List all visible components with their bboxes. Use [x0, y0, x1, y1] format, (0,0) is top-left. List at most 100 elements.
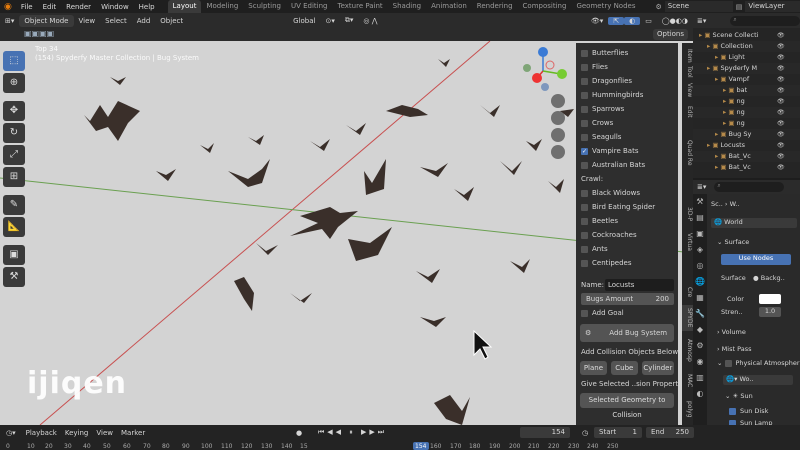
visibility-toggle-icon[interactable]: 👁 [777, 41, 785, 52]
surface-panel-header[interactable]: ⌄ Surface [717, 238, 749, 246]
select-box-tool-icon[interactable]: ⬚ [3, 51, 25, 71]
visibility-toggle-icon[interactable]: 👁 [777, 85, 785, 96]
selected-to-collision-button[interactable]: Selected Geometry to Collision [580, 393, 674, 419]
tab-texture-paint[interactable]: Texture Paint [333, 0, 388, 13]
view-menu[interactable]: View [92, 429, 117, 437]
menu-view[interactable]: View [74, 17, 101, 25]
options-dropdown[interactable]: Options [653, 29, 689, 40]
outliner-row[interactable]: ▸ ▣ ng 👁 [693, 118, 800, 129]
visibility-toggle-icon[interactable]: 👁 [777, 63, 785, 74]
rotate-tool-icon[interactable]: ↻ [3, 123, 25, 143]
visibility-toggle-icon[interactable]: 👁 [777, 96, 785, 107]
outliner-search-field[interactable]: ⌕ [730, 15, 800, 26]
outliner-row[interactable]: ▸ ▣ Bug Sy 👁 [693, 129, 800, 140]
editor-type-icon[interactable]: ⊞▾ [0, 17, 19, 25]
color-swatch[interactable] [759, 294, 781, 304]
vampire-bats-row[interactable]: ✓ Vampire Bats [576, 144, 678, 158]
tab-shading[interactable]: Shading [388, 0, 426, 13]
visibility-toggle-icon[interactable]: 👁 [777, 52, 785, 63]
dragonflies-row[interactable]: Dragonflies [576, 74, 678, 88]
visibility-toggle-icon[interactable]: 👁 [777, 30, 785, 41]
tab-compositing[interactable]: Compositing [518, 0, 572, 13]
dragonflies-checkbox[interactable] [581, 77, 588, 85]
menu-add[interactable]: Add [132, 17, 156, 25]
tab-spyderfy[interactable]: SPYDE [682, 305, 693, 331]
cylinder-button[interactable]: Cylinder [641, 361, 674, 375]
xray-icon[interactable]: ▭ [640, 17, 657, 25]
sun-disk-row[interactable]: Sun Disk [729, 407, 768, 415]
tab-edit[interactable]: Edit [682, 105, 693, 119]
proportional-edit-icon[interactable]: ◎ ⋀ [358, 17, 382, 25]
measure-tool-icon[interactable]: 📐 [3, 217, 25, 237]
view-layer-name[interactable]: ViewLayer [745, 1, 800, 12]
menu-select[interactable]: Select [100, 17, 132, 25]
visibility-icon[interactable]: 👁▾ [586, 17, 608, 25]
outliner-editor-icon[interactable]: ≣▾ [697, 17, 706, 25]
name-field[interactable]: Locusts [605, 279, 674, 291]
add-cube-tool-icon[interactable]: ▣ [3, 245, 25, 265]
menu-help[interactable]: Help [134, 3, 160, 11]
record-icon[interactable]: ● [296, 429, 302, 437]
marker-menu[interactable]: Marker [117, 429, 149, 437]
add-goal-row[interactable]: Add Goal [576, 306, 678, 320]
tab-3d-p[interactable]: 3D-P [682, 203, 693, 225]
cursor-tool-icon[interactable]: ⊕ [3, 73, 25, 93]
menu-edit[interactable]: Edit [38, 3, 62, 11]
beetles-checkbox[interactable] [581, 217, 588, 225]
start-frame-field[interactable]: Start 1 [594, 427, 642, 438]
flies-checkbox[interactable] [581, 63, 588, 71]
butterflies-row[interactable]: Butterflies [576, 46, 678, 60]
visibility-toggle-icon[interactable]: 👁 [777, 129, 785, 140]
snap-icon[interactable]: ⧉▾ [340, 16, 359, 25]
outliner-row[interactable]: ▸ ▣ Bat_Vc 👁 [693, 162, 800, 173]
visibility-toggle-icon[interactable]: 👁 [777, 74, 785, 85]
world-preset-field[interactable]: 🌐▾ Wo.. [723, 375, 793, 385]
tab-item[interactable]: Item [682, 49, 693, 63]
use-nodes-button[interactable]: Use Nodes [721, 254, 791, 265]
crows-row[interactable]: Crows [576, 116, 678, 130]
select-mode-icons[interactable]: ▣▣▣▣ [24, 29, 54, 38]
tab-geometry-nodes[interactable]: Geometry Nodes [571, 0, 640, 13]
hummingbirds-checkbox[interactable] [581, 91, 588, 99]
tab-uv-editing[interactable]: UV Editing [286, 0, 333, 13]
centipedes-row[interactable]: Centipedes [576, 256, 678, 270]
tab-modeling[interactable]: Modeling [201, 0, 243, 13]
menu-object[interactable]: Object [155, 17, 188, 25]
overlay-icon[interactable]: ◐ [624, 16, 641, 25]
scale-tool-icon[interactable]: ⤢ [3, 145, 25, 165]
outliner-row[interactable]: ▸ ▣ Collection 👁 [693, 41, 800, 52]
gizmo-icon[interactable]: ⇱ [608, 16, 625, 25]
seagulls-row[interactable]: Seagulls [576, 130, 678, 144]
playback-controls[interactable]: ⏮◀◀ ⏸ ▶▶⏭ [318, 428, 387, 437]
black-widows-row[interactable]: Black Widows [576, 186, 678, 200]
tab-view[interactable]: View [682, 83, 693, 97]
ants-row[interactable]: Ants [576, 242, 678, 256]
cockroaches-row[interactable]: Cockroaches [576, 228, 678, 242]
properties-editor-icon[interactable]: ≣▾ [697, 183, 706, 191]
tab-rendering[interactable]: Rendering [472, 0, 518, 13]
outliner-row[interactable]: ▸ ▣ Bat_Vc 👁 [693, 151, 800, 162]
visibility-toggle-icon[interactable]: 👁 [777, 151, 785, 162]
tab-atmosp[interactable]: Atmosp [682, 335, 693, 365]
strength-field[interactable]: 1.0 [759, 307, 781, 317]
tab-tool[interactable]: Tool [682, 65, 693, 79]
sparrows-row[interactable]: Sparrows [576, 102, 678, 116]
add-bug-system-button[interactable]: ⚙ Add Bug System [580, 324, 674, 342]
surface-shader-field[interactable]: ● Backg.. [753, 274, 785, 282]
visibility-toggle-icon[interactable]: 👁 [777, 118, 785, 129]
tab-virtua[interactable]: Virtua [682, 229, 693, 255]
butterflies-checkbox[interactable] [581, 49, 588, 57]
blender-logo-icon[interactable]: ◉ [0, 2, 16, 12]
properties-search-field[interactable]: ⌕ [714, 182, 785, 192]
properties-tab-icons[interactable]: ⚒ ▤ ▣ ◈ ◎ 🌐 ▦ 🔧 ◆ ⚙ ◉ ▥ ◐ [693, 194, 707, 402]
volume-panel-header[interactable]: › Volume [717, 328, 746, 336]
transform-tool-icon[interactable]: ⊞ [3, 167, 25, 187]
crows-checkbox[interactable] [581, 119, 588, 127]
keying-menu[interactable]: Keying [61, 429, 93, 437]
black-widows-checkbox[interactable] [581, 189, 588, 197]
outliner-row[interactable]: ▸ ▣ Vampf 👁 [693, 74, 800, 85]
vampire-bats-checkbox[interactable]: ✓ [581, 147, 588, 155]
flies-row[interactable]: Flies [576, 60, 678, 74]
annotate-tool-icon[interactable]: ✎ [3, 195, 25, 215]
cube-button[interactable]: Cube [610, 361, 638, 375]
